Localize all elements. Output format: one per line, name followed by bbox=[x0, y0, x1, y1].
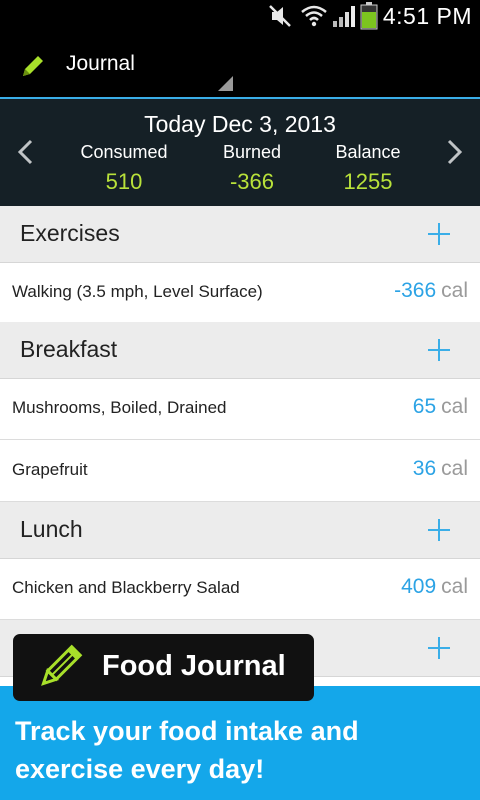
section-title: Exercises bbox=[20, 220, 120, 246]
balance-stat: Balance 1255 bbox=[303, 142, 433, 195]
signal-icon bbox=[333, 6, 355, 27]
section-title: Breakfast bbox=[20, 336, 118, 362]
add-lunch-plus-icon[interactable] bbox=[428, 519, 450, 541]
action-bar: Journal bbox=[0, 33, 480, 97]
item-name: Chicken and Blackberry Salad bbox=[12, 578, 240, 597]
calorie-value: 65 bbox=[412, 395, 437, 418]
add-exercise-plus-icon[interactable] bbox=[428, 223, 450, 245]
burned-stat: Burned -366 bbox=[187, 142, 317, 195]
consumed-value: 510 bbox=[105, 169, 143, 194]
journal-spinner[interactable]: Journal bbox=[66, 52, 135, 76]
item-calories: 409 cal bbox=[401, 575, 468, 599]
calorie-unit: cal bbox=[441, 457, 468, 480]
list-item-walking[interactable]: Walking (3.5 mph, Level Surface) -366 cal bbox=[0, 263, 480, 324]
consumed-label: Consumed bbox=[80, 142, 168, 162]
calorie-value: 36 bbox=[412, 457, 437, 480]
add-next-section-plus-icon[interactable] bbox=[428, 637, 450, 659]
calorie-value: 409 bbox=[401, 575, 437, 598]
dropdown-indicator-icon bbox=[218, 76, 233, 91]
section-header-exercises: Exercises bbox=[0, 206, 480, 263]
list-item-mushrooms[interactable]: Mushrooms, Boiled, Drained 65 cal bbox=[0, 379, 480, 440]
mute-icon bbox=[269, 5, 291, 27]
previous-day-arrow-icon[interactable] bbox=[15, 139, 37, 165]
item-calories: -366 cal bbox=[394, 279, 468, 303]
item-name: Grapefruit bbox=[12, 460, 88, 479]
list-item-grapefruit[interactable]: Grapefruit 36 cal bbox=[0, 441, 480, 502]
status-time: 4:51 PM bbox=[382, 3, 472, 29]
current-date: Today Dec 3, 2013 bbox=[144, 111, 336, 137]
wifi-icon bbox=[301, 5, 327, 27]
section-header-lunch: Lunch bbox=[0, 502, 480, 559]
promo-line-1: Track your food intake and bbox=[15, 716, 359, 746]
section-title: Lunch bbox=[20, 516, 83, 542]
daily-summary: Today Dec 3, 2013 Consumed 510 Burned -3… bbox=[0, 99, 480, 206]
item-calories: 36 cal bbox=[413, 457, 468, 481]
item-name: Mushrooms, Boiled, Drained bbox=[12, 398, 227, 417]
balance-value: 1255 bbox=[343, 169, 393, 194]
status-bar: 4:51 PM bbox=[0, 0, 480, 33]
calorie-unit: cal bbox=[441, 395, 468, 418]
add-breakfast-plus-icon[interactable] bbox=[428, 339, 450, 361]
battery-icon bbox=[360, 2, 378, 30]
burned-label: Burned bbox=[222, 142, 282, 162]
promo-banner: Track your food intake and exercise ever… bbox=[0, 686, 480, 800]
pencil-icon bbox=[41, 644, 83, 686]
burned-value: -366 bbox=[229, 169, 275, 194]
next-day-arrow-icon[interactable] bbox=[443, 139, 465, 165]
list-item-chicken-salad[interactable]: Chicken and Blackberry Salad 409 cal bbox=[0, 559, 480, 620]
promo-line-2: exercise every day! bbox=[15, 754, 265, 784]
item-calories: 65 cal bbox=[413, 395, 468, 419]
section-header-breakfast: Breakfast bbox=[0, 322, 480, 379]
item-name: Walking (3.5 mph, Level Surface) bbox=[12, 282, 263, 301]
calorie-unit: cal bbox=[441, 575, 468, 598]
promo-badge: Food Journal bbox=[13, 634, 314, 701]
consumed-stat: Consumed 510 bbox=[59, 142, 189, 195]
balance-label: Balance bbox=[335, 142, 401, 162]
promo-badge-title: Food Journal bbox=[102, 650, 286, 682]
calorie-unit: cal bbox=[441, 279, 468, 302]
pencil-icon bbox=[23, 56, 43, 76]
calorie-value: -366 bbox=[394, 279, 437, 302]
